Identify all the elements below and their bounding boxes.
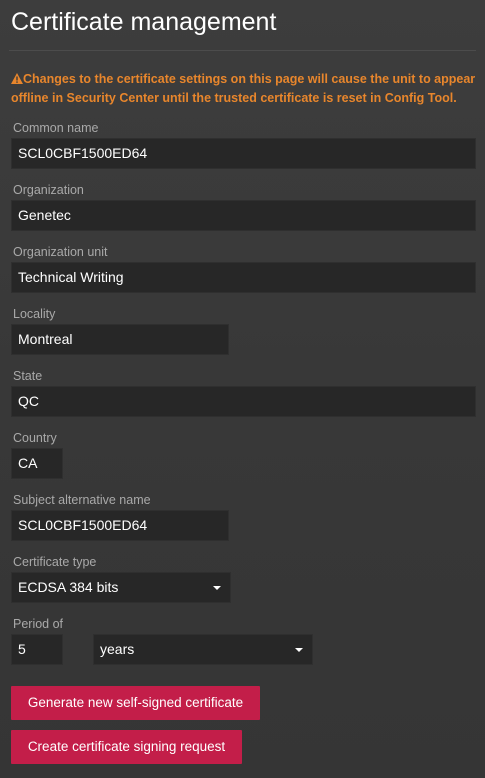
locality-field[interactable]: Montreal [11, 324, 229, 355]
chevron-down-icon [213, 586, 221, 590]
state-field[interactable]: QC [11, 386, 476, 417]
chevron-down-icon [295, 648, 303, 652]
certificate-type-value: ECDSA 384 bits [18, 579, 119, 595]
certificate-type-label: Certificate type [13, 555, 97, 569]
state-label: State [13, 369, 43, 383]
period-unit-select[interactable]: years [93, 634, 313, 665]
common-name-field[interactable]: SCL0CBF1500ED64 [11, 138, 476, 169]
certificate-type-select[interactable]: ECDSA 384 bits [11, 572, 231, 603]
certificate-management-page: Certificate management Changes to the ce… [0, 0, 485, 778]
title-divider [9, 50, 476, 51]
organization-field[interactable]: Genetec [11, 200, 476, 231]
country-label: Country [13, 431, 57, 445]
organization-label: Organization [13, 183, 84, 197]
warning-triangle-icon [11, 73, 23, 84]
period-label: Period of [13, 617, 64, 631]
period-value-field[interactable]: 5 [11, 634, 63, 665]
organization-unit-label: Organization unit [13, 245, 108, 259]
warning-message: Changes to the certificate settings on t… [11, 70, 479, 108]
country-field[interactable]: CA [11, 448, 63, 479]
create-csr-button[interactable]: Create certificate signing request [11, 730, 242, 764]
subject-alternative-name-label: Subject alternative name [13, 493, 151, 507]
locality-label: Locality [13, 307, 56, 321]
period-unit-value: years [100, 641, 135, 657]
generate-self-signed-certificate-button[interactable]: Generate new self-signed certificate [11, 686, 260, 720]
page-title: Certificate management [11, 8, 277, 36]
organization-unit-field[interactable]: Technical Writing [11, 262, 476, 293]
common-name-label: Common name [13, 121, 99, 135]
warning-text: Changes to the certificate settings on t… [11, 72, 476, 105]
subject-alternative-name-field[interactable]: SCL0CBF1500ED64 [11, 510, 229, 541]
